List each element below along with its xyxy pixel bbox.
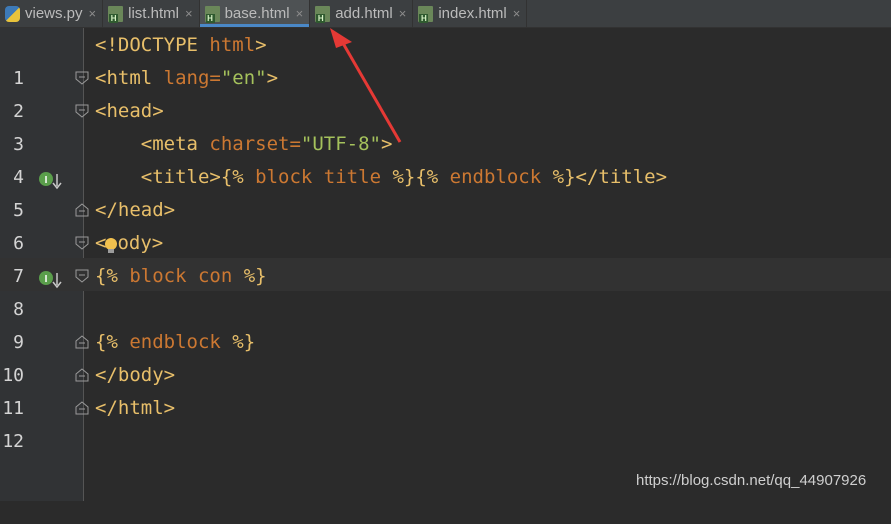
code-line[interactable]: 5 I <title>{% block title %}{% endblock … — [0, 161, 891, 221]
code-line[interactable]: 8 I {% block con %} — [0, 260, 891, 320]
tab-list-html[interactable]: H list.html × — [103, 0, 200, 27]
code-line[interactable]: 9 — [0, 293, 891, 353]
fold-open-icon[interactable] — [75, 269, 89, 283]
code-line[interactable]: 1 <!DOCTYPE html> — [0, 29, 891, 89]
tab-label: add.html — [335, 5, 393, 22]
svg-text:I: I — [45, 274, 48, 285]
close-icon[interactable]: × — [185, 6, 193, 21]
tab-label: index.html — [438, 5, 507, 22]
code-text: <meta charset="UTF-8"> — [95, 133, 393, 155]
close-icon[interactable]: × — [296, 6, 304, 21]
code-text: {% block con %} — [95, 265, 267, 287]
code-text: <html lang="en"> — [95, 67, 279, 89]
code-line[interactable]: 4 <meta charset="UTF-8"> — [0, 128, 891, 188]
tab-index-html[interactable]: H index.html × — [413, 0, 528, 27]
implemented-block-icon[interactable]: I — [38, 169, 62, 190]
fold-open-icon[interactable] — [75, 71, 89, 85]
line-number: 12 — [2, 431, 24, 452]
tab-base-html[interactable]: H base.html × — [199, 0, 311, 27]
html-file-icon: H — [108, 5, 124, 23]
tab-label: views.py — [25, 5, 83, 22]
close-icon[interactable]: × — [89, 6, 97, 21]
code-text: <!DOCTYPE html> — [95, 34, 267, 56]
fold-close-icon[interactable] — [75, 203, 89, 217]
code-text: <head> — [95, 100, 164, 122]
tab-views-py[interactable]: views.py × — [0, 0, 104, 27]
html-file-icon: H — [315, 5, 331, 23]
html-file-icon: H — [204, 5, 220, 23]
fold-open-icon[interactable] — [75, 104, 89, 118]
code-line[interactable]: 7 < ody> — [0, 227, 891, 287]
fold-close-icon[interactable] — [75, 335, 89, 349]
python-file-icon — [5, 5, 20, 22]
code-line[interactable]: 12 </html> — [0, 392, 891, 452]
implemented-block-icon[interactable]: I — [38, 268, 62, 289]
lightbulb-icon[interactable] — [104, 236, 120, 256]
code-line[interactable]: 6 </head> — [0, 194, 891, 254]
fold-close-icon[interactable] — [75, 401, 89, 415]
tab-add-html[interactable]: H add.html × — [310, 0, 414, 27]
code-text: </body> — [95, 364, 176, 386]
close-icon[interactable]: × — [399, 6, 407, 21]
code-line[interactable]: 2 <html lang="en"> — [0, 62, 891, 122]
code-line[interactable]: 11 </body> — [0, 359, 891, 419]
code-text: </head> — [95, 199, 176, 221]
tab-label: list.html — [128, 5, 179, 22]
close-icon[interactable]: × — [513, 6, 521, 21]
code-text: </html> — [95, 397, 176, 419]
svg-text:I: I — [45, 175, 48, 186]
tab-label: base.html — [224, 5, 290, 22]
editor-tab-bar: views.py × H list.html × H base.html × H… — [0, 0, 891, 28]
watermark-text: https://blog.csdn.net/qq_44907926 — [636, 472, 867, 489]
code-line[interactable]: 3 <head> — [0, 95, 891, 155]
fold-close-icon[interactable] — [75, 368, 89, 382]
code-text: {% endblock %} — [95, 331, 256, 353]
fold-open-icon[interactable] — [75, 236, 89, 250]
html-file-icon: H — [418, 5, 434, 23]
code-text: <title>{% block title %}{% endblock %}</… — [95, 166, 668, 188]
code-line[interactable]: 10 {% endblock %} — [0, 326, 891, 386]
